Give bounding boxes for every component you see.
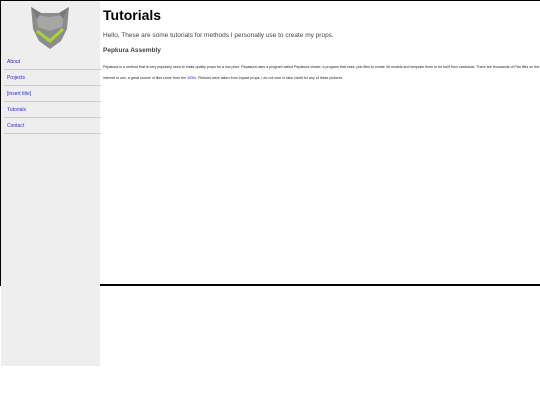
nav-contact[interactable]: Contact: [4, 118, 101, 134]
main-content: Tutorials Hello, These are some tutorial…: [103, 6, 540, 84]
section-body: Pepakura is a method that is very popula…: [103, 62, 540, 84]
sidebar-nav: About Projects [insert title] Tutorials …: [4, 54, 101, 134]
nav-projects[interactable]: Projects: [4, 70, 101, 86]
nav-tutorials[interactable]: Tutorials: [4, 102, 101, 118]
section-heading: Pepkura Assembly: [103, 47, 161, 54]
intro-text: Hello, These are some tutorials for meth…: [103, 32, 334, 39]
sidebar: About Projects [insert title] Tutorials …: [1, 1, 101, 366]
body-text-end: . Pictures were taken from impact props,…: [196, 76, 344, 80]
nav-about[interactable]: About: [4, 54, 101, 70]
masked-helmet-icon: [31, 7, 69, 49]
nav-insert-title[interactable]: [insert title]: [4, 86, 101, 102]
page-title: Tutorials: [103, 7, 162, 23]
link-405th[interactable]: 405th: [187, 76, 196, 80]
masked-helmet-logo: [27, 5, 73, 51]
